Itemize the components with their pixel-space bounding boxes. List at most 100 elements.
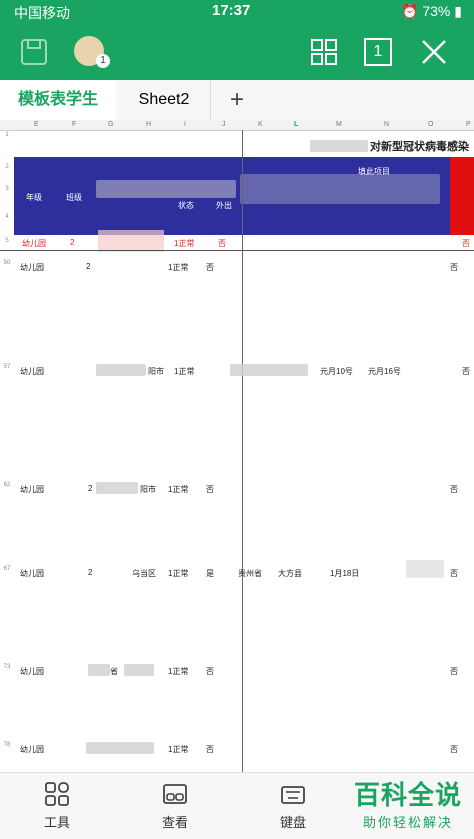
tools-button[interactable]: 工具 (22, 781, 92, 831)
cell-last[interactable]: 否 (450, 568, 458, 579)
cell-out[interactable]: 否 (206, 744, 214, 755)
cell-status[interactable]: 1正常 (174, 366, 194, 377)
cell-status[interactable]: 1正常 (168, 568, 188, 579)
save-icon[interactable] (20, 38, 48, 66)
row5-status[interactable]: 1正常 (174, 238, 194, 249)
close-icon[interactable] (420, 38, 448, 66)
row-number: 57 (3, 364, 11, 370)
frozen-divider (0, 250, 474, 251)
col-header[interactable]: N (384, 121, 389, 128)
watermark-subtitle: 助你轻松解决 (362, 815, 453, 830)
cell-last[interactable]: 否 (450, 262, 458, 273)
cell-last[interactable]: 否 (450, 666, 458, 677)
cell-location[interactable]: 阳市 (148, 366, 164, 377)
clock: 17:37 (212, 2, 251, 19)
cell-date2[interactable]: 元月16号 (368, 366, 401, 377)
col-header[interactable]: J (222, 121, 226, 128)
table-row[interactable]: 57 幼儿园 阳市 1正常 元月10号 元月16号 否 (0, 362, 474, 382)
col-header[interactable]: M (336, 121, 342, 128)
cell-grade[interactable]: 幼儿园 (20, 744, 44, 755)
cell-grade[interactable]: 幼儿园 (20, 666, 44, 677)
top-toolbar: 1 1 (0, 24, 474, 80)
cell-out[interactable]: 否 (206, 262, 214, 273)
header-status: 状态 (178, 201, 194, 210)
cell-county[interactable]: 大方县 (278, 568, 302, 579)
redacted-blur (86, 742, 154, 754)
add-sheet-button[interactable]: + (220, 80, 254, 120)
col-header[interactable]: H (146, 121, 151, 128)
cell-location[interactable]: 省 (110, 666, 118, 677)
col-header[interactable]: O (428, 121, 433, 128)
redacted-blur (230, 364, 308, 376)
page-count-button[interactable]: 1 (364, 38, 392, 66)
row5-out[interactable]: 否 (218, 238, 226, 249)
col-header[interactable]: E (34, 121, 39, 128)
avatar-badge: 1 (96, 54, 110, 68)
row-number: 50 (3, 260, 11, 266)
row-number: 4 (5, 214, 9, 220)
row5-class[interactable]: 2 (70, 238, 74, 247)
col-header[interactable]: F (72, 121, 76, 128)
col-header[interactable]: G (108, 121, 113, 128)
spreadsheet-area[interactable]: E F G H I J K L M N O P 1 2 3 4 5 对新型冠状病… (0, 120, 474, 772)
cell-status[interactable]: 1正常 (168, 262, 188, 273)
col-header-selected[interactable]: L (294, 121, 298, 128)
cell-grade[interactable]: 幼儿园 (20, 484, 44, 495)
keyboard-label: 键盘 (279, 815, 306, 830)
cell-grade[interactable]: 幼儿园 (20, 366, 44, 377)
table-row[interactable]: 78 幼儿园 1正常 否 否 (0, 740, 474, 760)
view-button[interactable]: 查看 (140, 781, 210, 831)
col-header[interactable]: K (258, 121, 263, 128)
cell-last[interactable]: 否 (450, 744, 458, 755)
status-bar: 中国移动 17:37 ⏰ 73% ▮ (0, 0, 474, 24)
cell-class[interactable]: 2 (88, 568, 92, 577)
cell-class[interactable]: 2 (86, 262, 90, 271)
battery-percent: 73% (422, 3, 451, 19)
table-row[interactable]: 62 幼儿园 2 阳市 1正常 否 否 (0, 480, 474, 500)
row5-grade[interactable]: 幼儿园 (22, 238, 46, 249)
redacted-blur (96, 180, 236, 198)
table-row[interactable]: 67 幼儿园 2 乌当区 1正常 是 贵州省 大方县 1月18日 否 (0, 560, 474, 584)
redacted-blur (98, 230, 164, 252)
col-header[interactable]: I (184, 121, 186, 128)
cell-class[interactable]: 2 (88, 484, 92, 493)
row-number: 73 (3, 664, 11, 670)
cell-location[interactable]: 阳市 (140, 484, 156, 495)
cell-location[interactable]: 乌当区 (132, 568, 156, 579)
view-label: 查看 (161, 815, 188, 830)
cell-status[interactable]: 1正常 (168, 484, 188, 495)
glasses-icon (163, 784, 187, 804)
alarm-icon: ⏰ (401, 3, 419, 19)
cell-status[interactable]: 1正常 (168, 666, 188, 677)
col-header[interactable]: P (466, 121, 471, 128)
cell-last[interactable]: 否 (450, 484, 458, 495)
bottom-toolbar: 工具 查看 键盘 百科全说 助你轻松解决 (0, 772, 474, 839)
tab-template-students[interactable]: 模板表学生 (0, 80, 116, 120)
battery-indicator: ⏰ 73% ▮ (401, 3, 462, 20)
battery-icon: ▮ (454, 3, 462, 19)
row-number: 3 (5, 186, 9, 192)
watermark-logo: 百科全说 助你轻松解决 (354, 775, 462, 831)
cell-date1[interactable]: 1月18日 (330, 568, 359, 579)
cell-status[interactable]: 1正常 (168, 744, 188, 755)
header-class: 班级 (66, 193, 82, 202)
row-number: 62 (3, 482, 11, 488)
cell-date1[interactable]: 元月10号 (320, 366, 353, 377)
table-row[interactable]: 50 幼儿园 2 1正常 否 否 (0, 258, 474, 278)
tools-label: 工具 (43, 815, 70, 830)
cell-last[interactable]: 否 (462, 366, 470, 377)
row5-last[interactable]: 否 (462, 238, 470, 249)
cell-out[interactable]: 否 (206, 666, 214, 677)
tab-sheet2[interactable]: Sheet2 (118, 80, 211, 120)
tools-icon (45, 782, 69, 806)
cell-grade[interactable]: 幼儿园 (20, 262, 44, 273)
cell-grade[interactable]: 幼儿园 (20, 568, 44, 579)
cell-out[interactable]: 否 (206, 484, 214, 495)
cell-out[interactable]: 是 (206, 568, 214, 579)
cell-province[interactable]: 贵州省 (238, 568, 262, 579)
grid-view-icon[interactable] (310, 38, 338, 66)
keyboard-button[interactable]: 键盘 (258, 781, 328, 831)
redacted-blur (96, 482, 138, 494)
carrier-label: 中国移动 (14, 5, 70, 21)
table-row[interactable]: 73 幼儿园 省 1正常 否 否 (0, 662, 474, 682)
